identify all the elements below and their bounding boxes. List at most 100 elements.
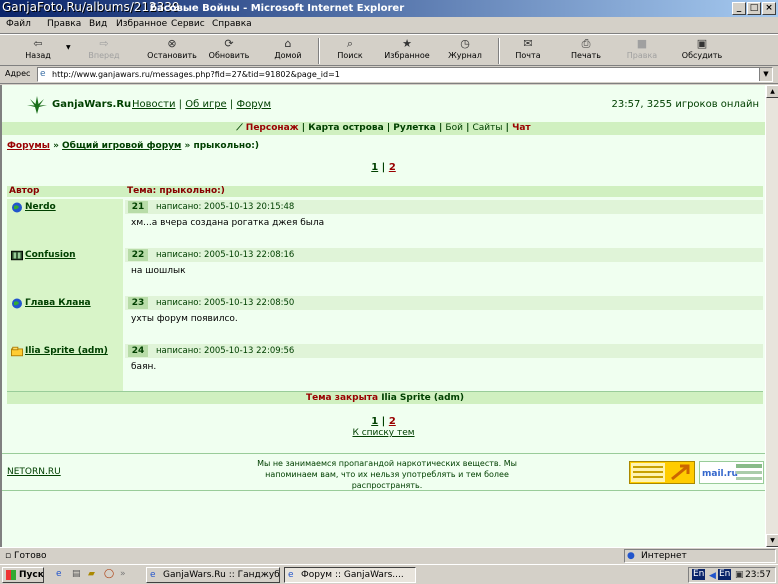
menu-tools[interactable]: Сервис	[171, 19, 205, 29]
stop-button[interactable]: ⊗ Остановить	[146, 37, 198, 65]
forum-post: Глава Клана 23 написано: 2005-10-13 22:0…	[7, 295, 763, 343]
menu-sites-link[interactable]: Сайты	[473, 123, 503, 133]
forum-post: Nerdo 21 написано: 2005-10-13 20:15:48 х…	[7, 199, 763, 247]
address-dropdown-icon[interactable]: ▼	[759, 68, 772, 81]
menu-battle-link[interactable]: Бой	[445, 123, 463, 133]
home-icon: ⌂	[284, 37, 292, 50]
start-button[interactable]: Пуск	[2, 567, 44, 583]
page-1-link[interactable]: 1	[371, 162, 378, 173]
scroll-down-icon[interactable]: ▼	[766, 534, 778, 547]
search-button[interactable]: ⌕ Поиск	[330, 37, 370, 65]
quicklaunch-more-icon[interactable]: »	[120, 569, 126, 579]
system-tray: En ◀ En ▣ 23:57	[688, 567, 776, 583]
game-menu: ⟋ Персонаж | Карта острова | Рулетка | Б…	[2, 122, 765, 135]
toolbar-separator	[318, 38, 320, 64]
back-button[interactable]: ⇦ Назад	[18, 37, 58, 65]
posts-table-header: Автор Тема: прыкольно:)	[7, 186, 763, 197]
nav-forum-link[interactable]: Форум	[236, 99, 271, 110]
topic-list-link[interactable]: К списку тем	[2, 428, 765, 438]
page-2-link[interactable]: 2	[389, 416, 396, 427]
language-indicator[interactable]: En	[692, 569, 706, 580]
status-bar: ▫ Готово ● Интернет	[0, 547, 778, 563]
post-header: 22 написано: 2005-10-13 22:08:16	[125, 248, 763, 262]
breadcrumb-general-link[interactable]: Общий игровой форум	[62, 141, 181, 151]
spylog-logo-icon	[631, 463, 690, 482]
menu-character-link[interactable]: Персонаж	[246, 123, 299, 133]
close-button[interactable]: ×	[762, 2, 776, 15]
forum-post: Ilia Sprite (adm) 24 написано: 2005-10-1…	[7, 343, 763, 391]
favorites-button[interactable]: ★ Избранное	[382, 37, 432, 65]
post-author-cell: Глава Клана	[7, 295, 123, 343]
breadcrumb-topic: прыкольно:)	[193, 141, 260, 151]
minimize-button[interactable]: _	[732, 2, 746, 15]
menu-edit[interactable]: Правка	[47, 19, 81, 29]
refresh-button[interactable]: ⟳ Обновить	[206, 37, 252, 65]
menu-separator: |	[505, 123, 509, 133]
taskbar-forum-window[interactable]: e Форум :: GanjaWars....	[284, 567, 416, 583]
site-footer: NETORN.RU Мы не занимаемся пропагандой н…	[2, 453, 765, 491]
post-author-link[interactable]: Nerdo	[25, 202, 56, 212]
post-author-link[interactable]: Confusion	[25, 250, 76, 260]
post-author-cell: Nerdo	[7, 199, 123, 247]
vertical-scrollbar[interactable]: ▲ ▼	[765, 85, 778, 547]
counter-bar	[736, 471, 762, 474]
menu-view[interactable]: Вид	[89, 19, 107, 29]
mail-button[interactable]: ✉ Почта	[508, 37, 548, 65]
post-header: 21 написано: 2005-10-13 20:15:48	[125, 200, 763, 214]
page-2-link[interactable]: 2	[389, 162, 396, 173]
internet-globe-icon: ●	[627, 551, 635, 561]
address-input[interactable]: e http://www.ganjawars.ru/messages.php?f…	[37, 67, 773, 82]
maximize-button[interactable]: □	[747, 2, 761, 15]
print-button[interactable]: ⎙ Печать	[566, 37, 606, 65]
page-1-link[interactable]: 1	[371, 416, 378, 427]
taskbar-ganjawars-window[interactable]: e GanjaWars.Ru :: Ганджуб...	[146, 567, 280, 583]
post-author-link[interactable]: Ilia Sprite (adm)	[25, 346, 108, 356]
pager-separator: |	[381, 416, 386, 427]
toolbar: ⇦ Назад ▼ ⇨ Вперед ⊗ Остановить ⟳ Обновить ⌂…	[0, 34, 778, 66]
clock: 23:57	[745, 570, 771, 580]
forum-post: Confusion 22 написано: 2005-10-13 22:08:…	[7, 247, 763, 295]
menu-map-link[interactable]: Карта острова	[308, 123, 383, 133]
nav-about-link[interactable]: Об игре	[185, 99, 226, 110]
post-body: 22 написано: 2005-10-13 22:08:16 на шошл…	[125, 247, 763, 295]
post-date: написано: 2005-10-13 20:15:48	[156, 202, 295, 212]
breadcrumb-arrow: »	[53, 141, 59, 151]
post-body: 21 написано: 2005-10-13 20:15:48 хм...а …	[125, 199, 763, 247]
menu-favorites[interactable]: Избранное	[116, 19, 167, 29]
post-date: написано: 2005-10-13 22:09:56	[156, 346, 295, 356]
back-dropdown-icon[interactable]: ▼	[66, 44, 71, 51]
post-text: на шошлык	[131, 266, 186, 276]
page-content: GanjaWars.Ru Новости | Об игре | Форум 2…	[0, 85, 765, 547]
counter-bar	[736, 464, 762, 468]
discuss-button[interactable]: ▣ Обсудить	[680, 37, 724, 65]
netorn-link[interactable]: NETORN.RU	[7, 467, 61, 477]
pager-bottom: 1 | 2	[2, 416, 765, 427]
desktop-quicklaunch-icon[interactable]: ▤	[72, 569, 81, 579]
discuss-icon: ▣	[696, 37, 708, 50]
folder-quicklaunch-icon[interactable]: ▰	[88, 569, 95, 579]
scroll-up-icon[interactable]: ▲	[766, 85, 778, 98]
menu-help[interactable]: Справка	[212, 19, 252, 29]
leaf-logo-icon	[27, 96, 47, 114]
post-author-link[interactable]: Глава Клана	[25, 298, 91, 308]
browser-window: GanjaFoto.Ru/albums/212339 басовые Войны…	[0, 0, 778, 584]
spylog-counter[interactable]	[629, 461, 695, 484]
home-button[interactable]: ⌂ Домой	[268, 37, 308, 65]
network-icon[interactable]: ▣	[735, 568, 744, 582]
mail-counter[interactable]: mail.ru	[699, 461, 764, 484]
menu-roulette-link[interactable]: Рулетка	[393, 123, 436, 133]
forward-button[interactable]: ⇨ Вперед	[82, 37, 126, 65]
breadcrumb-forums-link[interactable]: Форумы	[7, 141, 50, 151]
ie-window-icon: e	[288, 570, 294, 580]
language-indicator[interactable]: En	[718, 569, 732, 580]
history-button[interactable]: ◷ Журнал	[443, 37, 487, 65]
edit-button[interactable]: ■ Правка	[622, 37, 662, 65]
admin-badge-icon	[11, 346, 23, 357]
menu-chat-link[interactable]: Чат	[512, 123, 531, 133]
zone-label: Интернет	[641, 551, 687, 561]
menu-file[interactable]: Файл	[6, 19, 31, 29]
speaker-icon[interactable]: ◀	[709, 569, 716, 583]
opera-quicklaunch-icon[interactable]: ◯	[104, 569, 114, 579]
ie-quicklaunch-icon[interactable]: e	[56, 569, 62, 579]
nav-news-link[interactable]: Новости	[132, 99, 175, 110]
